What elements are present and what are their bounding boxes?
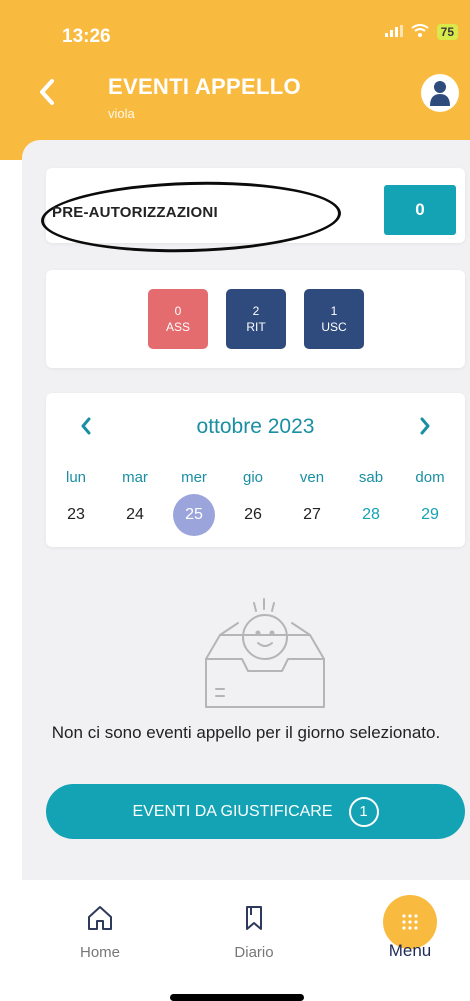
tab-menu-label: Menu xyxy=(388,941,432,960)
calendar-day-selected[interactable]: 25 xyxy=(174,505,214,525)
badge-rit-label: RIT xyxy=(246,320,266,334)
profile-button[interactable] xyxy=(421,74,459,112)
empty-state-message: Non ci sono eventi appello per il giorno… xyxy=(51,723,441,742)
justify-events-label: EVENTI DA GIUSTIFICARE xyxy=(132,802,333,820)
main-content: PRE-AUTORIZZAZIONI 0 0 ASS 2 RIT 1 USC o… xyxy=(22,140,470,880)
battery-indicator: 75 xyxy=(436,24,458,40)
chevron-left-icon xyxy=(40,79,54,105)
absence-summary-card: 0 ASS 2 RIT 1 USC xyxy=(46,270,465,368)
tab-home-label: Home xyxy=(79,944,120,961)
badge-ass-label: ASS xyxy=(165,320,190,334)
weekday-label: sab xyxy=(358,469,384,486)
justify-events-button[interactable]: EVENTI DA GIUSTIFICARE 1 xyxy=(46,784,465,839)
page-title: EVENTI APPELLO xyxy=(108,74,301,99)
menu-icon-wrap xyxy=(350,880,470,950)
calendar-month: ottobre 2023 xyxy=(196,415,315,438)
preauth-label: PRE-AUTORIZZAZIONI xyxy=(52,204,218,221)
weekday-label: mar xyxy=(122,469,148,486)
badge-rit[interactable]: 2 RIT xyxy=(226,289,286,349)
weekday-label: dom xyxy=(415,469,445,486)
badge-ass[interactable]: 0 ASS xyxy=(148,289,208,349)
justify-events-count: 1 xyxy=(348,796,379,827)
badge-usc-value: 1 xyxy=(330,304,338,318)
weekday-label: gio xyxy=(242,469,264,486)
weekday-label: ven xyxy=(299,469,325,486)
calendar-day[interactable]: 28 xyxy=(351,505,391,525)
week-calendar: ottobre 2023 lun mar mer gio ven sab dom… xyxy=(46,393,465,547)
badge-ass-value: 0 xyxy=(174,304,182,318)
calendar-day[interactable]: 23 xyxy=(56,505,96,525)
back-button[interactable] xyxy=(38,78,56,112)
calendar-day[interactable]: 29 xyxy=(410,505,450,525)
page-subtitle: viola xyxy=(108,106,135,121)
home-icon xyxy=(40,898,160,938)
next-week-button[interactable] xyxy=(419,415,431,441)
status-icons: 75 xyxy=(384,24,458,40)
bookmark-icon xyxy=(194,898,314,938)
preauth-count-badge[interactable]: 0 xyxy=(384,185,456,235)
calendar-day[interactable]: 24 xyxy=(115,505,155,525)
calendar-day[interactable]: 26 xyxy=(233,505,273,525)
badge-rit-value: 2 xyxy=(252,304,260,318)
app-header: 13:26 75 EVENTI APPELLO viola xyxy=(0,0,470,160)
user-icon xyxy=(430,81,450,106)
bottom-tab-bar: Home Diario Menu xyxy=(0,880,470,1001)
preauth-card[interactable]: PRE-AUTORIZZAZIONI 0 xyxy=(40,168,465,256)
badge-usc[interactable]: 1 USC xyxy=(304,289,364,349)
status-time: 13:26 xyxy=(62,26,111,47)
signal-icon xyxy=(384,24,403,40)
empty-inbox-icon xyxy=(190,595,332,715)
weekday-label: lun xyxy=(65,469,87,486)
weekday-label: mer xyxy=(181,469,207,486)
tab-diario-label: Diario xyxy=(234,944,274,961)
calendar-day[interactable]: 27 xyxy=(292,505,332,525)
chevron-right-icon xyxy=(420,417,430,435)
badge-usc-label: USC xyxy=(321,320,347,334)
wifi-icon xyxy=(411,24,429,40)
home-indicator[interactable] xyxy=(170,994,304,1001)
